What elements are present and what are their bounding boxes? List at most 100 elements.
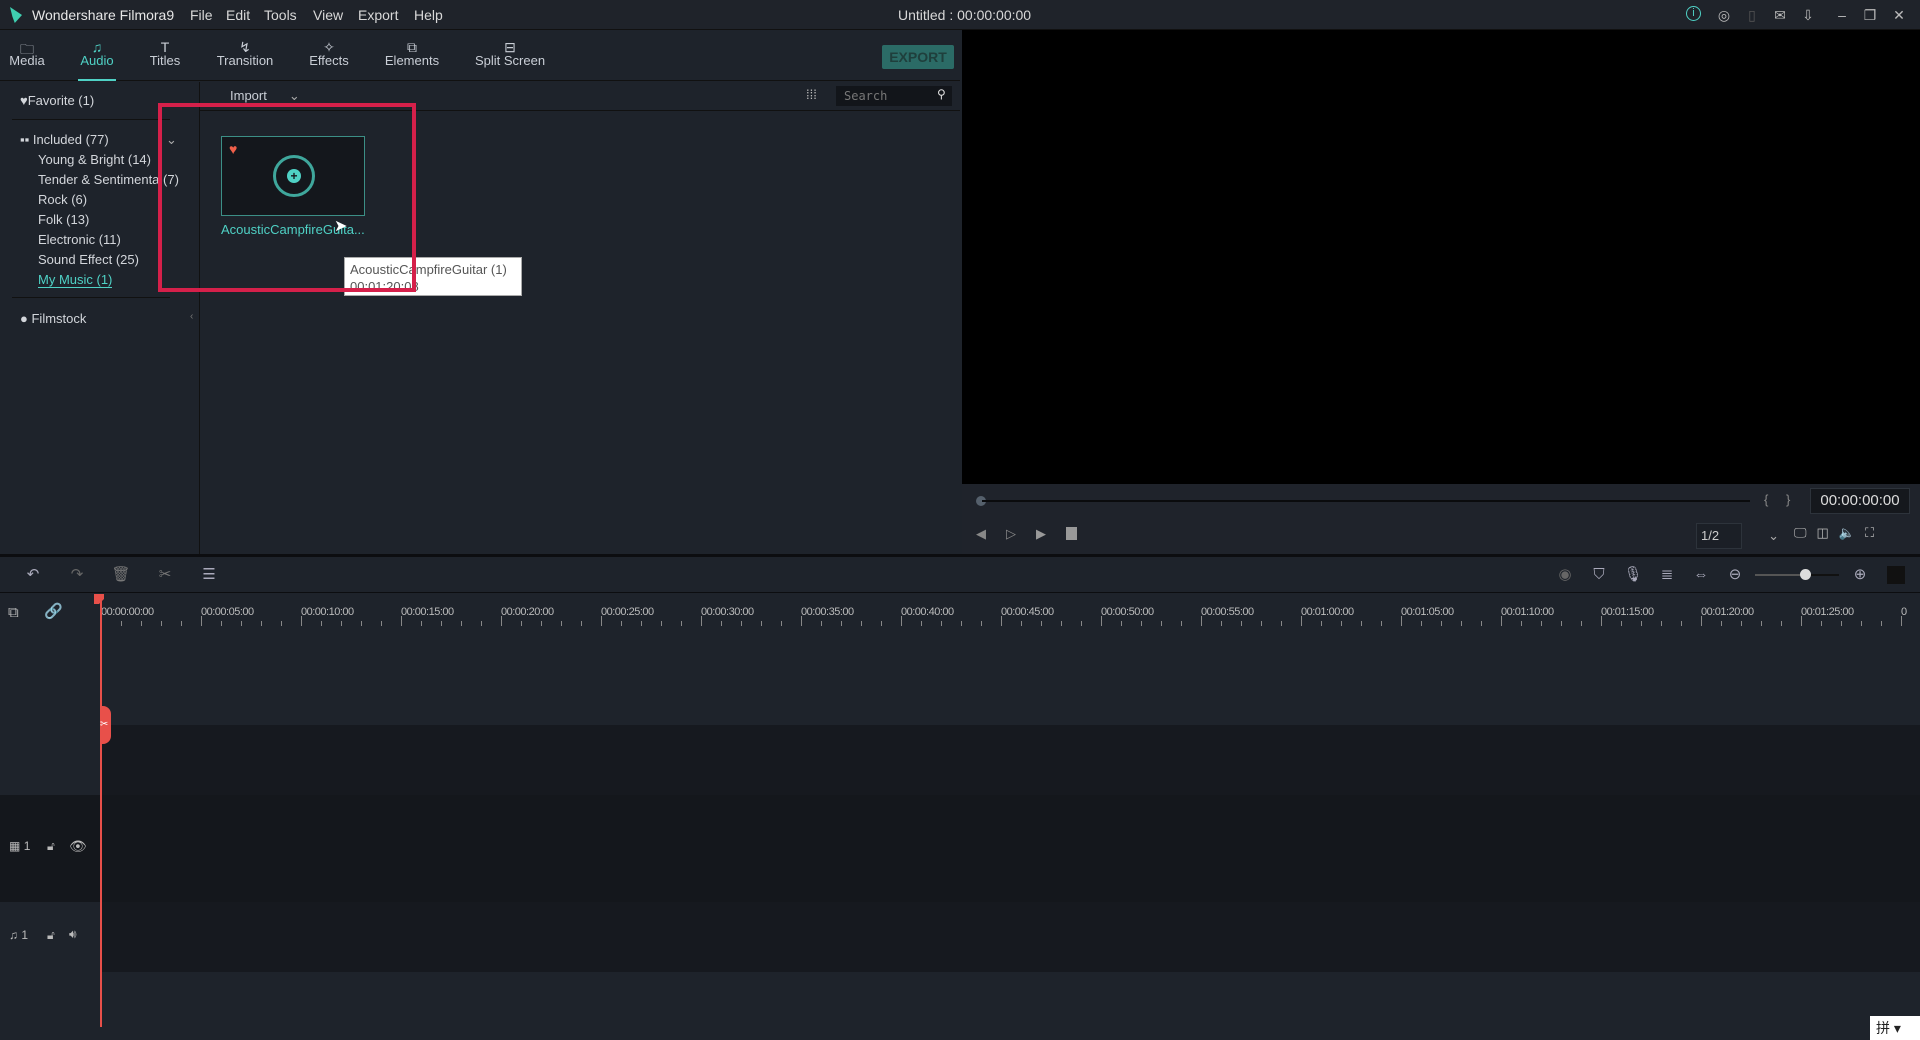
- audio-mixer-icon[interactable]: ≣: [1656, 564, 1678, 586]
- ruler-tick: [521, 621, 522, 626]
- film-icon: ▦: [9, 839, 21, 853]
- stop-icon[interactable]: [1066, 527, 1077, 540]
- render-icon[interactable]: ◉: [1554, 564, 1576, 586]
- audio-track-header: ♫ 1: [9, 928, 29, 942]
- search-input[interactable]: Search: [836, 86, 952, 106]
- tab-audio[interactable]: ♫ Audio: [78, 31, 116, 81]
- mail-icon[interactable]: ✉: [1771, 6, 1789, 24]
- ruler-label: 00:00:25:00: [601, 606, 654, 618]
- minimize-icon[interactable]: –: [1833, 6, 1851, 24]
- filmora-logo: [10, 7, 22, 23]
- timecode-display: 00:00:00:00: [1810, 488, 1910, 514]
- delete-icon[interactable]: 🗑: [110, 564, 132, 586]
- music-note-icon: ♫: [9, 928, 18, 942]
- sidebar-item-sound-effect[interactable]: Sound Effect (25): [38, 252, 139, 267]
- play-icon[interactable]: ▶: [1036, 526, 1046, 542]
- effects-icon: ✧: [323, 39, 335, 55]
- export-button[interactable]: EXPORT: [882, 45, 954, 69]
- sidebar-item-rock[interactable]: Rock (6): [38, 192, 87, 207]
- zoom-in-icon[interactable]: ⊕: [1849, 564, 1871, 586]
- collapse-icon[interactable]: ‹: [190, 311, 193, 322]
- ruler-tick: [941, 621, 942, 626]
- undo-icon[interactable]: ↶: [22, 564, 44, 586]
- tab-split-screen[interactable]: ⊟ Split Screen: [474, 31, 546, 81]
- save-icon[interactable]: ▯: [1743, 6, 1761, 24]
- grid-view-icon[interactable]: ⁞⁞⁞: [806, 87, 817, 102]
- display-settings-icon[interactable]: 🖵: [1794, 525, 1807, 551]
- info-icon[interactable]: i: [1686, 6, 1701, 21]
- ime-indicator[interactable]: 拼 ▾: [1870, 1016, 1920, 1040]
- timeline-ruler[interactable]: 00:00:00:00 00:00:05:00 00:00:10:00 00:00:1…: [0, 594, 1920, 632]
- account-icon[interactable]: ◎: [1715, 6, 1733, 24]
- lock-icon[interactable]: 🔓︎: [47, 928, 55, 943]
- redo-icon[interactable]: ↷: [66, 564, 88, 586]
- zoom-slider-handle[interactable]: [1800, 569, 1812, 580]
- adjust-icon[interactable]: ☰: [198, 564, 220, 586]
- chevron-down-icon: ⌄: [1768, 528, 1779, 543]
- fullscreen-icon[interactable]: ⛶: [1865, 525, 1874, 551]
- search-icon[interactable]: ⚲: [937, 87, 946, 101]
- sidebar-item-my-music[interactable]: My Music (1): [38, 272, 113, 288]
- restore-icon[interactable]: ❐: [1861, 6, 1879, 24]
- ruler-tick: [1441, 621, 1442, 626]
- tab-effects[interactable]: ✧ Effects: [304, 31, 354, 81]
- mark-in-icon[interactable]: {: [1764, 492, 1768, 507]
- playhead[interactable]: [100, 594, 102, 1027]
- ruler-label: 00:00:35:00: [801, 606, 854, 618]
- play-frame-icon[interactable]: ▷: [1006, 526, 1016, 542]
- ruler-tick: [381, 621, 382, 626]
- cut-icon[interactable]: ✂: [154, 564, 176, 586]
- menu-tools[interactable]: Tools: [264, 7, 297, 23]
- ruler-tick: [361, 621, 362, 626]
- marker-icon[interactable]: ⛉: [1588, 564, 1610, 586]
- import-button[interactable]: Import ⌄: [230, 88, 300, 104]
- sidebar-item-folk[interactable]: Folk (13): [38, 212, 89, 227]
- ruler-tick: [201, 616, 202, 626]
- snapshot-icon[interactable]: ◫: [1817, 525, 1829, 551]
- menu-view[interactable]: View: [313, 7, 343, 23]
- sidebar-item-young-bright[interactable]: Young & Bright (14): [38, 152, 151, 167]
- sidebar-included[interactable]: ▪▪ Included (77): [20, 132, 109, 147]
- tab-elements[interactable]: ⧉ Elements: [384, 31, 440, 81]
- transition-icon: ↯: [239, 39, 251, 55]
- fit-timeline-icon[interactable]: ⇔: [1690, 564, 1712, 586]
- menu-help[interactable]: Help: [414, 7, 443, 23]
- quality-select[interactable]: 1/2 ⌄: [1696, 523, 1779, 549]
- sidebar-item-electronic[interactable]: Electronic (11): [38, 232, 121, 247]
- tab-transition[interactable]: ↯ Transition: [214, 31, 276, 81]
- volume-icon[interactable]: 🔈: [1839, 525, 1855, 551]
- split-scissors-icon[interactable]: ✂: [100, 706, 111, 744]
- menu-edit[interactable]: Edit: [226, 7, 250, 23]
- ruler-tick: [1061, 621, 1062, 626]
- tab-titles[interactable]: T Titles: [146, 31, 184, 81]
- ruler-label: 00:01:25:00: [1801, 606, 1854, 618]
- close-icon[interactable]: ✕: [1890, 6, 1908, 24]
- ruler-tick: [961, 621, 962, 626]
- voiceover-icon[interactable]: 🎙: [1622, 564, 1644, 586]
- sidebar-filmstock[interactable]: ● Filmstock: [20, 311, 86, 326]
- elements-icon: ⧉: [407, 39, 417, 55]
- layout-icon[interactable]: [1887, 566, 1905, 584]
- ruler-tick: [301, 616, 302, 626]
- lock-icon[interactable]: 🔓︎: [47, 839, 55, 854]
- sidebar-favorite[interactable]: ♥Favorite (1): [20, 93, 94, 108]
- ruler-tick: [1821, 621, 1822, 626]
- zoom-slider[interactable]: [1755, 569, 1839, 580]
- menu-file[interactable]: File: [190, 7, 213, 23]
- ruler-tick: [1841, 621, 1842, 626]
- eye-icon[interactable]: 👁︎: [69, 838, 87, 855]
- ruler-tick: [981, 621, 982, 626]
- tab-media[interactable]: 🗀 Media: [8, 31, 46, 81]
- ruler-tick: [461, 621, 462, 626]
- preview-screen: [962, 30, 1920, 484]
- menu-export[interactable]: Export: [358, 7, 398, 23]
- ruler-tick: [1141, 621, 1142, 626]
- ruler-tick: [821, 621, 822, 626]
- ruler-label: 00:01:05:00: [1401, 606, 1454, 618]
- speaker-icon[interactable]: 🔊︎: [69, 927, 77, 942]
- download-icon[interactable]: ⇩: [1799, 6, 1817, 24]
- mark-out-icon[interactable]: }: [1786, 492, 1790, 507]
- zoom-out-icon[interactable]: ⊖: [1724, 564, 1746, 586]
- scrub-bar[interactable]: [982, 500, 1750, 502]
- prev-frame-icon[interactable]: ◀: [976, 526, 986, 542]
